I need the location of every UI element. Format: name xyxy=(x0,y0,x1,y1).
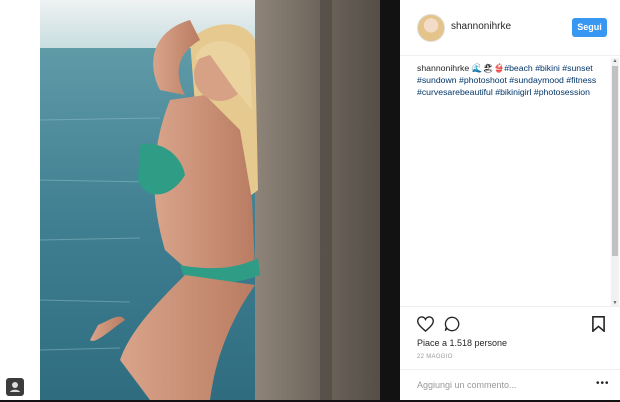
hashtag[interactable]: #sundown xyxy=(417,75,457,85)
scrollbar-thumb[interactable] xyxy=(612,66,618,256)
hashtag[interactable]: #photoshoot xyxy=(459,75,507,85)
post-side-panel: shannonihrke Segui shannonihrke 🌊🏖👙#beac… xyxy=(400,0,620,400)
caption-username[interactable]: shannonihrke xyxy=(417,63,469,73)
hashtag[interactable]: #photosession xyxy=(534,87,590,97)
gap-backdrop xyxy=(380,0,400,400)
hashtag[interactable]: #bikini xyxy=(535,63,560,73)
photo-illustration xyxy=(40,0,380,400)
bookmark-icon[interactable] xyxy=(592,316,605,337)
scroll-up-arrow-icon[interactable]: ▲ xyxy=(611,58,619,64)
follow-button[interactable]: Segui xyxy=(572,18,607,37)
caption-emoji: 🌊🏖👙 xyxy=(471,63,505,73)
more-options-icon[interactable]: ••• xyxy=(596,378,610,389)
username-link[interactable]: shannonihrke xyxy=(451,21,511,32)
post-header: shannonihrke Segui xyxy=(400,0,620,56)
heart-icon[interactable] xyxy=(416,316,435,337)
comment-bar: Aggiungi un commento... ••• xyxy=(400,369,620,402)
hashtag[interactable]: #sundaymood xyxy=(509,75,564,85)
hashtag[interactable]: #bikinigirl xyxy=(495,87,531,97)
hashtag[interactable]: #sunset xyxy=(562,63,592,73)
likes-count[interactable]: Piace a 1.518 persone xyxy=(417,338,507,348)
left-backdrop xyxy=(0,0,40,400)
hashtag[interactable]: #curvesarebeautiful xyxy=(417,87,493,97)
caption-scrollbar[interactable]: ▲ ▼ xyxy=(611,58,619,306)
caption: shannonihrke 🌊🏖👙#beach #bikini #sunset #… xyxy=(417,62,602,98)
post-photo[interactable] xyxy=(40,0,380,400)
post-actions: Piace a 1.518 persone 22 MAGGIO Aggiungi… xyxy=(400,306,620,401)
comment-input[interactable]: Aggiungi un commento... xyxy=(417,380,517,390)
comment-icon[interactable] xyxy=(444,316,460,337)
post-date: 22 MAGGIO xyxy=(417,354,453,360)
hashtag[interactable]: #beach xyxy=(504,63,533,73)
avatar[interactable] xyxy=(417,14,445,42)
profile-icon[interactable] xyxy=(6,378,24,396)
hashtag[interactable]: #fitness xyxy=(566,75,596,85)
